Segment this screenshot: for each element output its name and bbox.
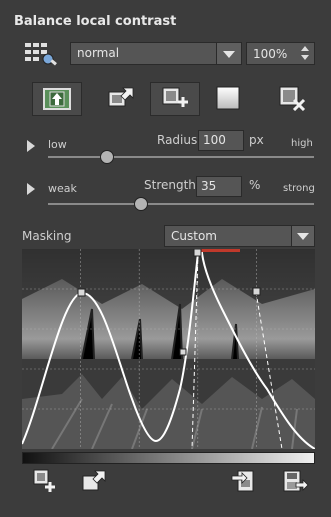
strength-label: Strength xyxy=(144,178,196,192)
strength-slider-track[interactable] xyxy=(48,203,314,205)
curve-load-icon xyxy=(82,470,106,491)
import-icon xyxy=(231,470,254,492)
curve-control-point[interactable] xyxy=(193,249,202,257)
save-curve-button[interactable] xyxy=(281,467,309,495)
radius-label: Radius xyxy=(157,133,198,147)
masking-mode-value: Custom xyxy=(171,229,217,243)
radius-input[interactable]: 100 xyxy=(198,130,244,151)
radius-high-label: high xyxy=(291,138,313,149)
mask-delete-icon xyxy=(279,86,306,111)
masking-label: Masking xyxy=(22,229,72,243)
opacity-spinbox[interactable]: 100% xyxy=(246,42,315,65)
mask-add-icon xyxy=(162,87,188,107)
curve-control-point[interactable] xyxy=(77,288,86,297)
strength-low-label: weak xyxy=(48,182,77,195)
curve-control-point[interactable] xyxy=(252,287,261,296)
curve-control-point[interactable] xyxy=(179,348,187,356)
range-indicator xyxy=(198,249,240,252)
luminance-gradient-bar xyxy=(22,452,315,464)
radius-low-label: low xyxy=(48,138,67,151)
save-icon xyxy=(283,470,309,492)
blend-mode-value: normal xyxy=(77,46,120,60)
spin-arrows-icon[interactable] xyxy=(300,45,310,62)
radius-unit: px xyxy=(249,133,264,147)
load-curve-button[interactable] xyxy=(80,467,108,495)
opacity-value: 100% xyxy=(253,47,288,61)
mask-apply-icon xyxy=(43,88,71,110)
add-curve-button[interactable] xyxy=(30,467,58,495)
balance-local-contrast-panel: Balance local contrast normal 100% low R… xyxy=(0,0,331,517)
radius-slider-handle[interactable] xyxy=(100,150,114,164)
add-mask-button[interactable] xyxy=(150,82,200,116)
curve-add-icon xyxy=(33,469,55,492)
strength-slider-handle[interactable] xyxy=(134,197,148,211)
mask-load-icon xyxy=(108,87,134,107)
strength-unit: % xyxy=(249,178,261,192)
radius-expand-icon[interactable] xyxy=(27,140,35,152)
masking-mode-dropdown[interactable]: Custom xyxy=(164,225,315,247)
load-mask-button[interactable] xyxy=(97,82,147,116)
blend-mode-dropdown[interactable]: normal xyxy=(70,42,242,65)
delete-mask-button[interactable] xyxy=(268,82,318,116)
chevron-down-icon[interactable] xyxy=(291,226,314,246)
chevron-down-icon[interactable] xyxy=(216,43,241,64)
import-curve-button[interactable] xyxy=(230,467,258,495)
panel-title: Balance local contrast xyxy=(14,14,177,29)
blank-square-icon xyxy=(216,86,240,110)
radius-slider-track[interactable] xyxy=(48,156,314,158)
blend-mode-icon[interactable] xyxy=(24,41,60,67)
strength-expand-icon[interactable] xyxy=(27,183,35,195)
blank-mask-button[interactable] xyxy=(204,82,254,116)
strength-input[interactable]: 35 xyxy=(196,176,242,197)
mask-preview-image xyxy=(22,249,315,449)
apply-mask-button[interactable] xyxy=(32,82,82,116)
mask-curve-graph[interactable] xyxy=(22,249,315,449)
strength-high-label: strong xyxy=(283,183,315,194)
